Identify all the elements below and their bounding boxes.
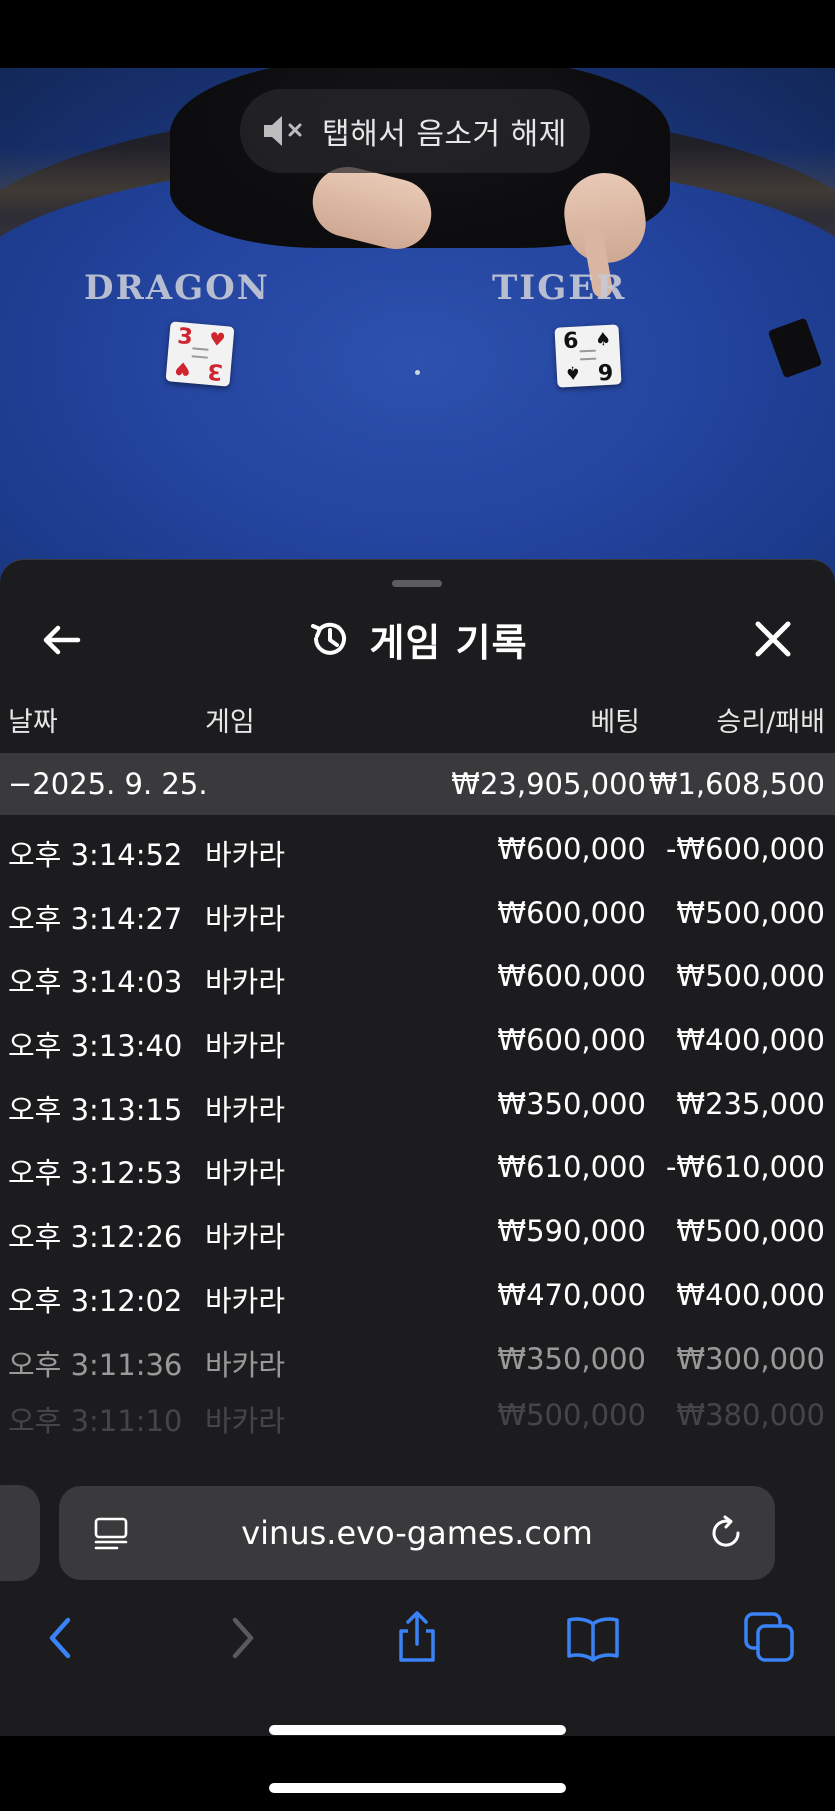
unmute-button[interactable]: 탭해서 음소거 해제 bbox=[240, 89, 590, 173]
date-group-label: −2025. 9. 25. bbox=[8, 767, 208, 801]
reload-icon[interactable] bbox=[707, 1514, 745, 1552]
sheet-title: 게임 기록 bbox=[369, 620, 528, 665]
tabs-icon bbox=[744, 1612, 794, 1662]
share-button[interactable] bbox=[387, 1608, 447, 1668]
row-bet: ₩500,000 bbox=[497, 1398, 646, 1433]
bookmarks-button[interactable] bbox=[563, 1608, 623, 1668]
row-bet: ₩590,000 bbox=[497, 1214, 646, 1249]
row-result: ₩500,000 bbox=[676, 1214, 825, 1249]
row-time: 오후 3:14:52 bbox=[8, 838, 183, 872]
row-time: 오후 3:12:02 bbox=[8, 1283, 183, 1318]
close-icon bbox=[755, 621, 791, 657]
home-indicator bbox=[269, 1725, 566, 1735]
history-row[interactable]: 오후 3:11:10 바카라 ₩500,000 ₩380,000 bbox=[0, 1388, 835, 1452]
row-result: ₩400,000 bbox=[676, 1277, 825, 1312]
history-row[interactable]: 오후 3:14:27 바카라 ₩600,000 ₩500,000 bbox=[0, 879, 835, 943]
row-bet: ₩350,000 bbox=[497, 1341, 646, 1376]
history-row[interactable]: 오후 3:14:03 바카라 ₩600,000 ₩500,000 bbox=[0, 942, 835, 1006]
date-group-win-total: ₩1,608,500 bbox=[648, 767, 825, 801]
row-bet: ₩600,000 bbox=[497, 959, 646, 994]
row-time: 오후 3:13:40 bbox=[8, 1029, 183, 1064]
browser-toolbar bbox=[0, 1586, 835, 1736]
history-row[interactable]: 오후 3:12:53 바카라 ₩610,000 -₩610,000 bbox=[0, 1133, 835, 1197]
history-icon bbox=[311, 622, 347, 655]
browser-back-button[interactable] bbox=[32, 1608, 92, 1668]
back-icon bbox=[49, 1617, 71, 1659]
row-game: 바카라 bbox=[205, 1092, 286, 1127]
status-bar bbox=[0, 0, 835, 68]
row-time: 오후 3:14:03 bbox=[8, 965, 183, 1000]
dragon-label: DRAGON bbox=[84, 268, 270, 308]
row-time: 오후 3:11:10 bbox=[8, 1404, 183, 1439]
row-game: 바카라 bbox=[205, 901, 286, 936]
row-result: ₩380,000 bbox=[676, 1398, 825, 1433]
url-text: vinus.evo-games.com bbox=[241, 1514, 593, 1552]
forward-icon bbox=[232, 1617, 254, 1659]
row-time: 오후 3:12:53 bbox=[8, 1156, 183, 1191]
row-game: 바카라 bbox=[205, 838, 286, 872]
row-bet: ₩470,000 bbox=[497, 1277, 646, 1312]
unmute-label: 탭해서 음소거 해제 bbox=[322, 117, 567, 152]
speaker-muted-icon bbox=[264, 116, 302, 146]
row-game: 바카라 bbox=[205, 1404, 286, 1439]
history-row[interactable]: 오후 3:14:52 바카라 ₩600,000 -₩600,000 bbox=[0, 815, 835, 879]
address-bar[interactable]: vinus.evo-games.com bbox=[59, 1486, 775, 1580]
close-button[interactable] bbox=[748, 614, 798, 664]
home-indicator-secondary bbox=[269, 1783, 566, 1793]
bookmarks-icon bbox=[567, 1617, 619, 1662]
row-result: ₩500,000 bbox=[676, 895, 825, 930]
column-header-bet: 베팅 bbox=[590, 707, 640, 738]
column-header-game: 게임 bbox=[205, 707, 255, 738]
row-bet: ₩350,000 bbox=[497, 1086, 646, 1121]
row-bet: ₩600,000 bbox=[497, 832, 646, 866]
history-row[interactable]: 오후 3:12:02 바카라 ₩470,000 ₩400,000 bbox=[0, 1261, 835, 1325]
share-icon bbox=[399, 1611, 435, 1662]
row-game: 바카라 bbox=[205, 1347, 286, 1382]
date-group-row[interactable]: −2025. 9. 25. ₩23,905,000 ₩1,608,500 bbox=[0, 753, 835, 815]
row-time: 오후 3:14:27 bbox=[8, 901, 183, 936]
date-group-bet-total: ₩23,905,000 bbox=[451, 767, 646, 801]
row-result: ₩300,000 bbox=[676, 1341, 825, 1376]
row-result: ₩400,000 bbox=[676, 1023, 825, 1058]
history-row[interactable]: 오후 3:11:36 바카라 ₩350,000 ₩300,000 bbox=[0, 1325, 835, 1389]
row-result: ₩235,000 bbox=[676, 1086, 825, 1121]
sheet-header: 게임 기록 bbox=[0, 600, 835, 678]
history-row[interactable]: 오후 3:13:15 바카라 ₩350,000 ₩235,000 bbox=[0, 1070, 835, 1134]
browser-forward-button[interactable] bbox=[211, 1608, 271, 1668]
row-bet: ₩600,000 bbox=[497, 1023, 646, 1058]
back-button[interactable] bbox=[38, 616, 86, 664]
column-header-date: 날짜 bbox=[8, 707, 58, 738]
row-result: -₩610,000 bbox=[665, 1150, 825, 1185]
row-game: 바카라 bbox=[205, 1220, 286, 1255]
browser-address-area: vinus.evo-games.com bbox=[0, 1471, 835, 1586]
row-game: 바카라 bbox=[205, 965, 286, 1000]
row-game: 바카라 bbox=[205, 1283, 286, 1318]
arrow-left-icon bbox=[43, 625, 81, 655]
column-header-win-loss: 승리/패배 bbox=[716, 707, 825, 738]
row-result: -₩600,000 bbox=[665, 832, 825, 866]
row-time: 오후 3:12:26 bbox=[8, 1220, 183, 1255]
history-list[interactable]: 오후 3:14:52 바카라 ₩600,000 -₩600,000 오후 3:1… bbox=[0, 815, 835, 1455]
tiger-card: 6 ♠ ♠ 6 bbox=[554, 324, 622, 388]
game-history-sheet: 게임 기록 날짜 게임 베팅 승리/패배 −2025. 9. 25. ₩23,9… bbox=[0, 559, 835, 1471]
dragon-card: 3 ♥ ♥ 3 bbox=[165, 321, 235, 387]
previous-tab-peek[interactable] bbox=[0, 1485, 40, 1581]
row-bet: ₩600,000 bbox=[497, 895, 646, 930]
row-time: 오후 3:11:36 bbox=[8, 1347, 183, 1382]
row-game: 바카라 bbox=[205, 1029, 286, 1064]
history-row[interactable]: 오후 3:13:40 바카라 ₩600,000 ₩400,000 bbox=[0, 1006, 835, 1070]
tiger-label: TIGER bbox=[492, 268, 627, 308]
sheet-grabber[interactable] bbox=[392, 580, 442, 587]
tabs-button[interactable] bbox=[740, 1608, 800, 1668]
row-time: 오후 3:13:15 bbox=[8, 1092, 183, 1127]
history-row[interactable]: 오후 3:12:26 바카라 ₩590,000 ₩500,000 bbox=[0, 1197, 835, 1261]
row-result: ₩500,000 bbox=[676, 959, 825, 994]
row-bet: ₩610,000 bbox=[497, 1150, 646, 1185]
row-game: 바카라 bbox=[205, 1156, 286, 1191]
